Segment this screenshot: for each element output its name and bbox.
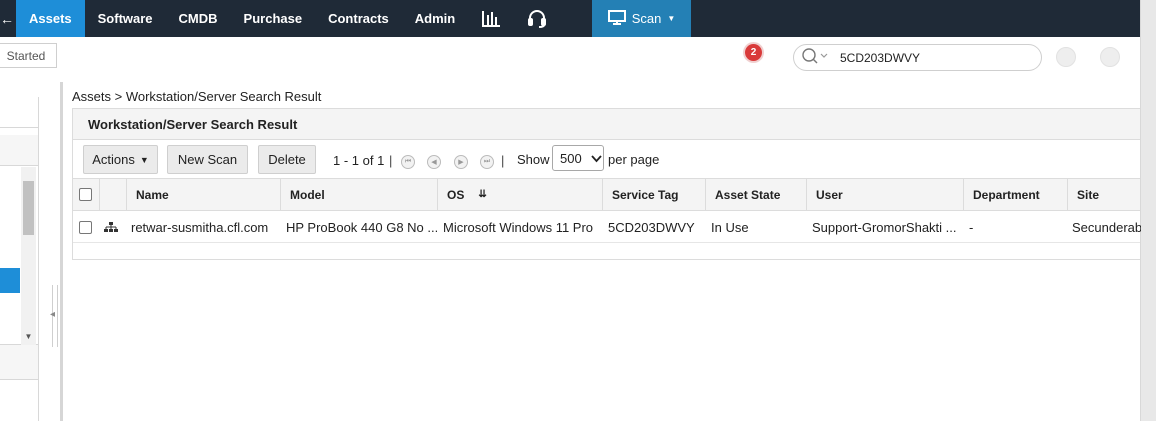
os-header-label: OS [447,187,465,202]
collapse-arrow-icon[interactable]: ◂ [50,309,55,320]
getting-started-button[interactable]: Started [0,43,57,68]
cell-user: Support-GromorShakti ... [812,219,957,235]
help-icon[interactable] [1056,47,1076,67]
pagination-range: 1 - 1 of 1 [333,153,385,168]
left-panel-scroll-thumb[interactable] [23,181,34,235]
window-scrollbar[interactable] [1140,0,1156,421]
nav-item-cmdb[interactable]: CMDB [166,0,231,37]
per-page-label: per page [608,152,660,167]
page-size-select[interactable]: 500 [552,145,604,171]
nav-item-contracts[interactable]: Contracts [315,0,402,37]
scan-label: Scan [631,11,662,26]
sort-icon[interactable]: ⇊ [478,189,486,200]
column-header-asset-state[interactable]: Asset State [705,179,806,210]
new-scan-button[interactable]: New Scan [167,145,248,174]
first-page-icon[interactable]: ⏮ [401,155,415,169]
chevron-down-icon: ▼ [667,14,676,23]
nav-item-assets[interactable]: Assets [16,0,85,37]
table-row[interactable]: retwar-susmitha.cfl.com HP ProBook 440 G… [73,211,1141,243]
type-column-header [99,179,126,210]
nav-item-admin[interactable]: Admin [402,0,468,37]
previous-page-icon[interactable]: ◀ [427,155,441,169]
cell-model: HP ProBook 440 G8 No ... [286,219,437,235]
top-navigation-bar: ← Assets Software CMDB Purchase Contract… [0,0,1140,37]
row-select-cell [73,211,99,243]
page-size-value: 500 [560,150,582,166]
pager-separator: | [501,153,505,168]
cell-department: - [969,219,974,235]
show-label: Show [517,152,550,167]
breadcrumb: Assets > Workstation/Server Search Resul… [72,89,322,104]
search-icon[interactable] [802,48,828,67]
scan-button[interactable]: Scan ▼ [592,0,691,37]
row-checkbox[interactable] [79,220,92,234]
notification-badge[interactable]: 2 [745,44,762,61]
results-toolbar: Actions ▼ New Scan Delete 1 - 1 of 1 | ⏮… [73,140,1140,178]
scroll-down-arrow-icon[interactable]: ▼ [21,329,36,343]
caret-down-icon: ▼ [139,154,149,165]
cell-name-link[interactable]: retwar-susmitha.cfl.com [126,211,280,243]
nav-item-purchase[interactable]: Purchase [231,0,316,37]
pager-separator: | [389,153,393,168]
global-search-box[interactable] [793,44,1042,71]
main-divider [60,82,63,421]
left-panel-selected-item[interactable] [0,268,20,293]
panel-title: Workstation/Server Search Result [73,109,1140,140]
column-header-model[interactable]: Model [280,179,437,210]
left-side-panel: ▼ [0,97,39,421]
delete-button[interactable]: Delete [258,145,316,174]
next-page-icon[interactable]: ▶ [454,155,468,169]
back-arrow-icon[interactable]: ← [0,0,16,37]
workstation-type-icon [99,211,126,243]
actions-dropdown-button[interactable]: Actions ▼ [83,145,158,174]
headset-support-icon[interactable] [514,0,560,37]
column-header-department[interactable]: Department [963,179,1067,210]
select-all-cell [73,179,99,210]
cell-os: Microsoft Windows 11 Pro [443,219,594,235]
search-result-panel: Workstation/Server Search Result Actions… [72,108,1141,260]
left-panel-footer [0,345,38,380]
cell-site: Secunderab [1072,219,1141,235]
last-page-icon[interactable]: ⏭ [480,155,494,169]
chevron-down-icon [591,151,602,166]
column-header-service-tag[interactable]: Service Tag [602,179,705,210]
monitor-icon [607,9,626,28]
search-input[interactable] [840,50,1030,65]
select-all-checkbox[interactable] [79,188,92,201]
left-panel-header [0,97,38,128]
column-header-site[interactable]: Site [1067,179,1141,210]
reports-chart-icon[interactable] [468,0,514,37]
column-header-user[interactable]: User [806,179,963,210]
cell-service-tag: 5CD203DWVY [608,219,695,235]
table-header: Name Model OS ⇊ Service Tag Asset State … [73,178,1140,211]
user-avatar-icon[interactable] [1100,47,1120,67]
nav-item-software[interactable]: Software [85,0,166,37]
column-header-os[interactable]: OS ⇊ [437,179,602,210]
actions-label: Actions [92,152,135,167]
cell-asset-state: In Use [711,219,749,235]
column-header-name[interactable]: Name [126,179,280,210]
left-panel-subheader [0,135,38,166]
